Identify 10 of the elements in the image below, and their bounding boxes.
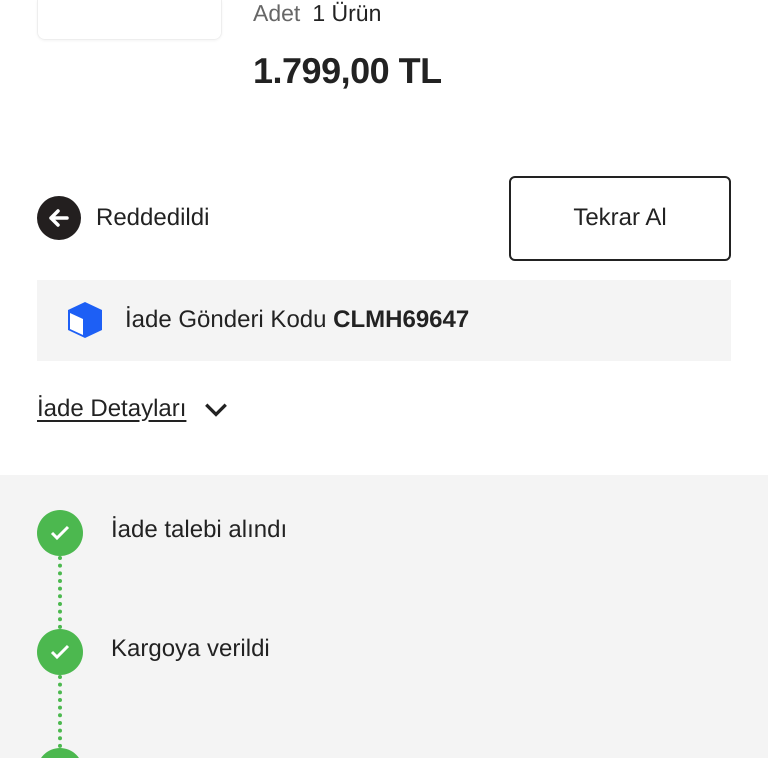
reorder-button[interactable]: Tekrar Al <box>509 176 731 260</box>
step-label: İade talebi alındı <box>111 514 288 544</box>
quantity-value: 1 Ürün <box>312 0 382 28</box>
product-price: 1.799,00 TL <box>253 48 442 92</box>
status-label: Reddedildi <box>96 203 210 233</box>
step-label: Kargoya verildi <box>111 634 270 664</box>
cube-icon <box>65 300 105 340</box>
return-code-text: İade Gönderi Kodu CLMH69647 <box>125 305 470 335</box>
quantity-label: Adet <box>253 0 300 28</box>
return-details-link[interactable]: İade Detayları <box>37 390 186 426</box>
